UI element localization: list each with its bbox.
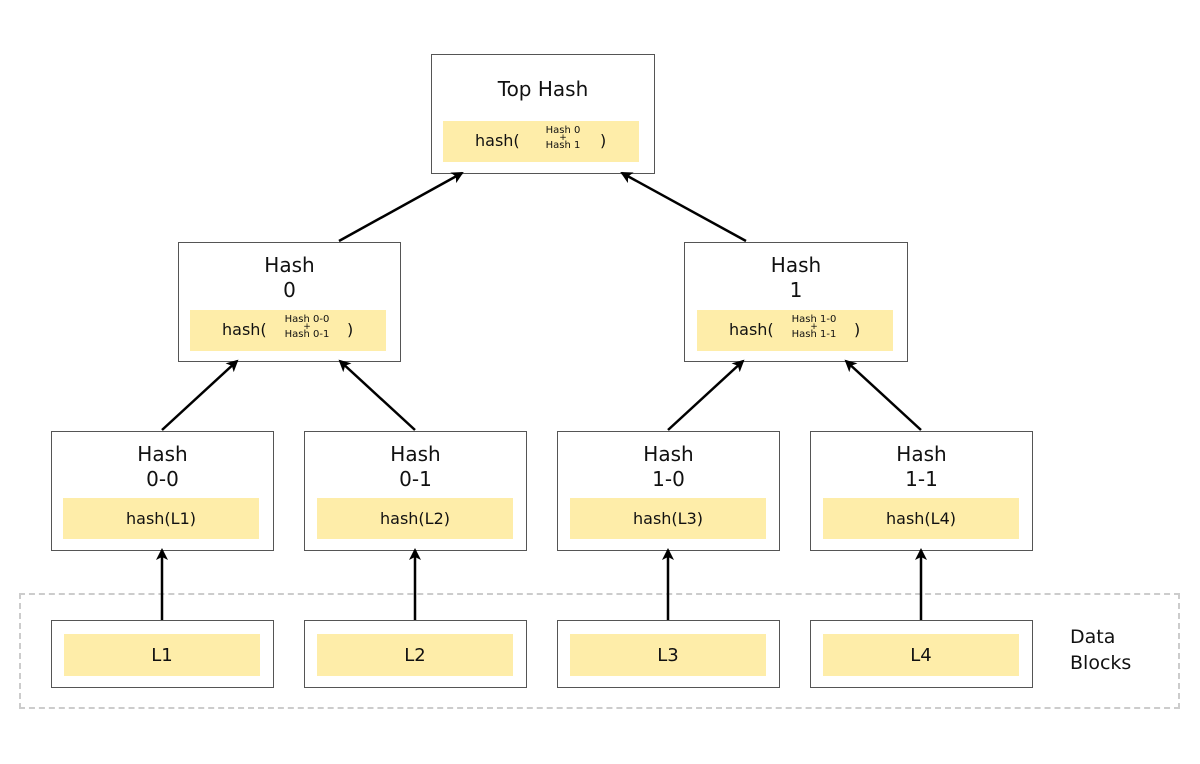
arrow-hash10-to-hash1: [667, 359, 745, 431]
arrow-hash0-to-top: [338, 171, 464, 243]
arrow-hash01-to-hash0: [338, 359, 416, 431]
arrow-hash1-to-top: [620, 171, 747, 243]
arrow-hash11-to-hash1: [844, 359, 922, 431]
edges: [156, 171, 927, 620]
arrow-hash00-to-hash0: [161, 359, 239, 431]
